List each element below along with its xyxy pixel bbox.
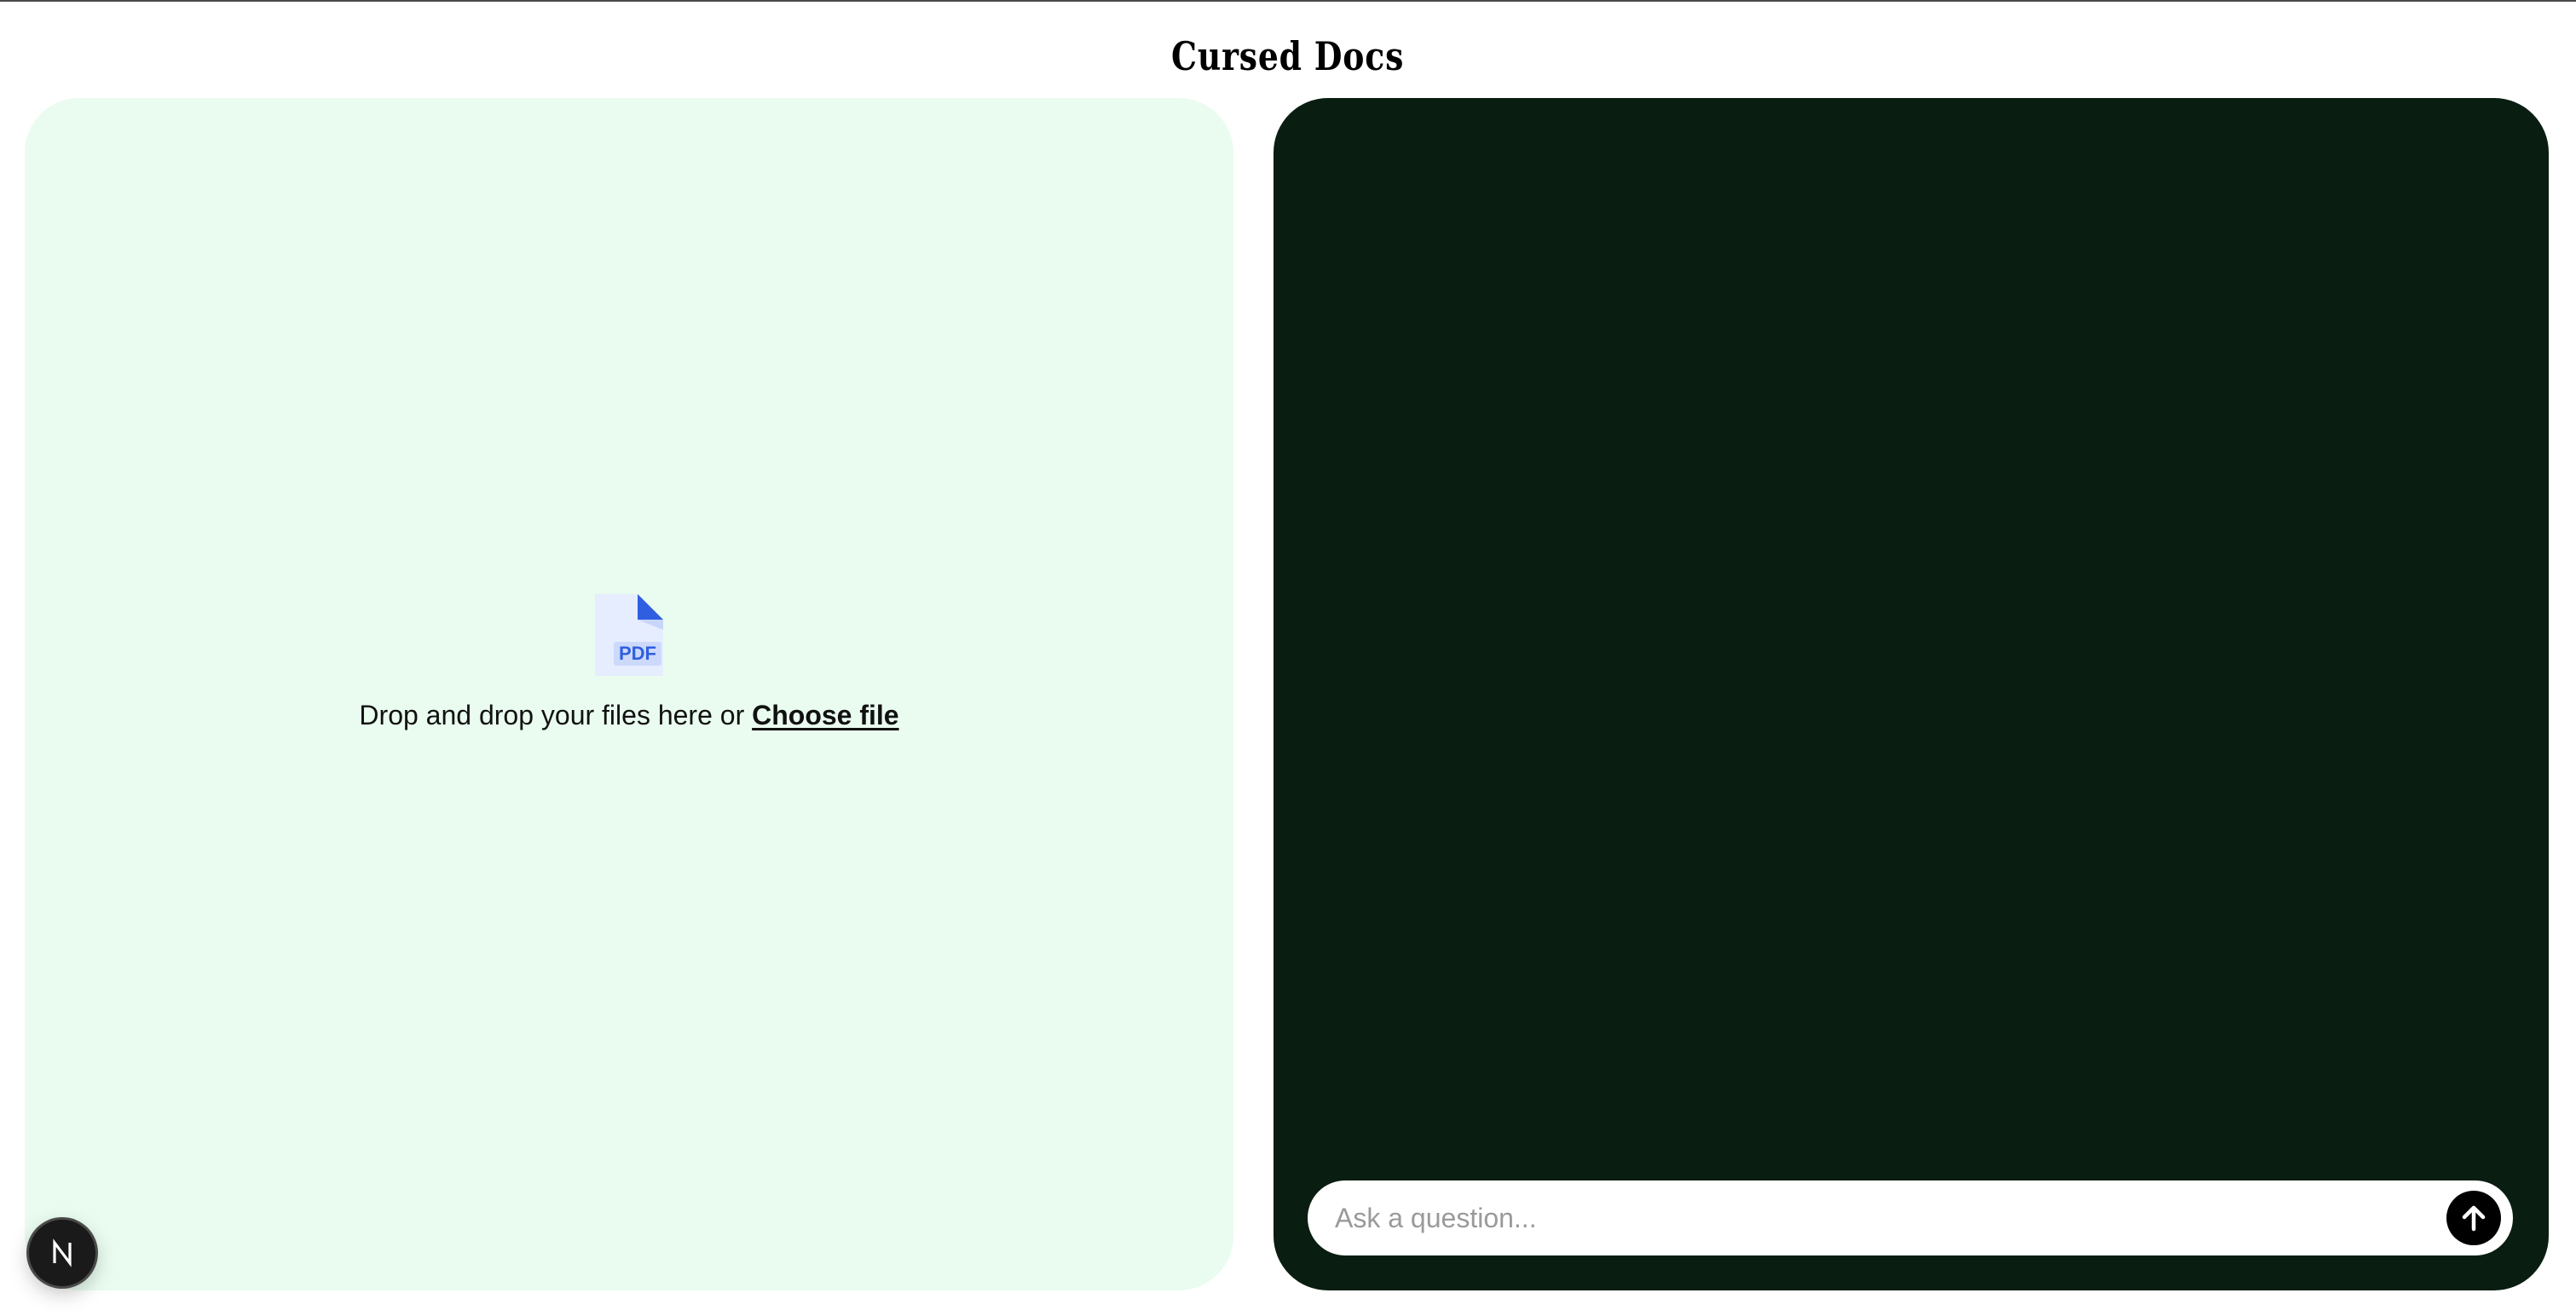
drop-instructions: Drop and drop your files here or Choose …: [359, 700, 898, 731]
arrow-up-icon: [2462, 1205, 2486, 1232]
nextjs-dev-badge[interactable]: [29, 1220, 95, 1286]
upload-panel[interactable]: PDF Drop and drop your files here or Cho…: [25, 98, 1233, 1290]
pdf-file-icon: PDF: [595, 594, 663, 676]
drop-text: Drop and drop your files here or: [359, 700, 753, 730]
chat-panel: [1274, 98, 2549, 1290]
file-dropzone[interactable]: PDF Drop and drop your files here or Cho…: [25, 592, 1233, 848]
pdf-icon-label: PDF: [619, 643, 656, 664]
send-button[interactable]: [2446, 1191, 2501, 1245]
question-input[interactable]: [1335, 1180, 2392, 1255]
choose-file-link[interactable]: Choose file: [752, 700, 898, 730]
app-header: Cursed Docs: [0, 2, 2576, 95]
nextjs-logo-icon: [53, 1238, 72, 1267]
app-title: Cursed Docs: [1171, 33, 1405, 79]
chat-input-bar: [1308, 1180, 2513, 1255]
chat-messages-area: [1308, 132, 2515, 1154]
